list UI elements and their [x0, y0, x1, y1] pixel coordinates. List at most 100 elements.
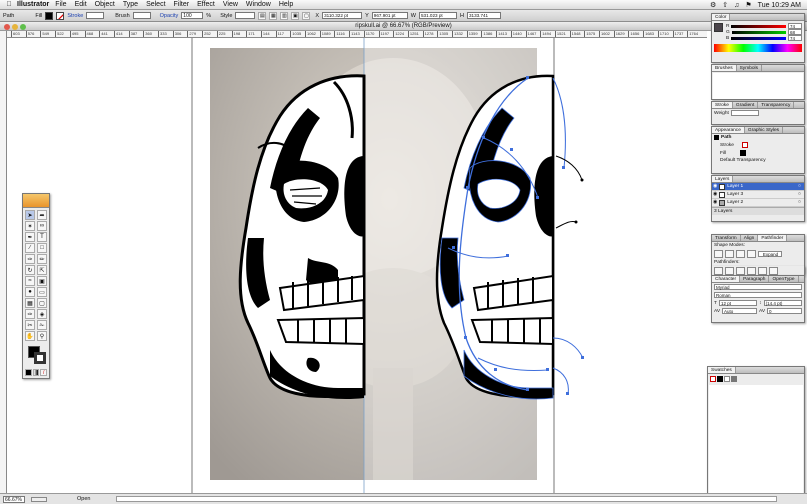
scale-tool-icon[interactable]: ⇱	[37, 265, 47, 275]
zoom-popup[interactable]	[31, 496, 47, 502]
color-mode-icon[interactable]	[25, 369, 32, 376]
align-center-icon[interactable]: ▦	[269, 11, 278, 20]
layer-row-1[interactable]: ◉ Layer 1 ○	[712, 183, 804, 191]
font-size-field[interactable]: 12 pt	[718, 300, 758, 306]
appearance-stroke-row[interactable]: Stroke	[712, 141, 804, 149]
pencil-tool-icon[interactable]: ✏	[37, 254, 47, 264]
outline-icon[interactable]	[758, 267, 767, 275]
w-field[interactable]: 531.023 pt	[418, 12, 457, 19]
warp-tool-icon[interactable]: ≈	[25, 276, 35, 286]
intersect-shape-icon[interactable]	[736, 250, 745, 258]
h-field[interactable]: 3133.741	[466, 12, 501, 19]
exclude-shape-icon[interactable]	[747, 250, 756, 258]
gradient-mode-icon[interactable]	[32, 369, 40, 376]
eye-icon[interactable]: ◉	[713, 192, 717, 197]
target-icon[interactable]: ○	[798, 192, 801, 197]
horizontal-scrollbar[interactable]	[116, 496, 777, 502]
selection-tool-icon[interactable]: ➤	[25, 210, 35, 220]
tab-opentype[interactable]: OpenType	[769, 276, 799, 282]
menu-effect[interactable]: Effect	[197, 1, 215, 8]
menu-object[interactable]: Object	[95, 1, 115, 8]
tab-graphic-styles[interactable]: Graphic Styles	[745, 127, 784, 133]
subtract-shape-icon[interactable]	[725, 250, 734, 258]
zoom-field[interactable]: 66.67%	[3, 495, 25, 503]
minimize-window-icon[interactable]	[12, 23, 18, 30]
line-tool-icon[interactable]: ∕	[25, 243, 35, 253]
magic-wand-tool-icon[interactable]: ✶	[25, 221, 35, 231]
appearance-fill-row[interactable]: Fill	[712, 149, 804, 157]
rotate-tool-icon[interactable]: ↻	[25, 265, 35, 275]
appearance-default-row[interactable]: Default Transparency	[712, 157, 804, 164]
stroke-label[interactable]: Stroke	[67, 13, 83, 19]
crop-icon[interactable]	[747, 267, 756, 275]
tab-gradient[interactable]: Gradient	[733, 102, 759, 108]
zoom-tool-icon[interactable]: ⚲	[37, 331, 47, 341]
layer-row-2[interactable]: ◉ Layer 2 ○	[712, 199, 804, 207]
pen-tool-icon[interactable]: ✒	[25, 232, 35, 242]
type-tool-icon[interactable]: T	[37, 232, 47, 242]
none-mode-icon[interactable]: /	[40, 369, 48, 376]
divide-icon[interactable]	[714, 267, 723, 275]
toolbox-header[interactable]	[23, 194, 49, 208]
tab-align[interactable]: Align	[741, 235, 759, 241]
gradient-tool-icon[interactable]: ▢	[37, 298, 47, 308]
menu-type[interactable]: Type	[123, 1, 138, 8]
scissors-tool-icon[interactable]: ✁	[37, 320, 47, 330]
align-top-icon[interactable]: ▣	[291, 11, 300, 20]
stroke-none-swatch[interactable]	[56, 11, 65, 20]
style-picker[interactable]	[235, 12, 256, 19]
close-window-icon[interactable]	[4, 23, 10, 30]
target-icon[interactable]: ○	[798, 200, 801, 205]
blue-value[interactable]: 74	[788, 35, 802, 41]
expand-button[interactable]: Expand	[758, 251, 782, 257]
paintbrush-tool-icon[interactable]: ✑	[25, 254, 35, 264]
font-style-select[interactable]: Roman	[714, 292, 802, 298]
mesh-tool-icon[interactable]: ▦	[25, 298, 35, 308]
menu-help[interactable]: Help	[279, 1, 293, 8]
menu-edit[interactable]: Edit	[75, 1, 87, 8]
align-bottom-icon[interactable]: ▢	[302, 11, 311, 20]
tab-appearance[interactable]: Appearance	[712, 127, 745, 133]
eye-icon[interactable]: ◉	[713, 200, 717, 205]
x-field[interactable]: 3110.322 pt	[322, 12, 363, 19]
full-screen-menu-mode-icon[interactable]	[33, 378, 40, 379]
blue-slider[interactable]	[731, 36, 786, 40]
clock[interactable]: Tue 10:29 AM	[758, 2, 801, 9]
menu-select[interactable]: Select	[146, 1, 165, 8]
direct-selection-tool-icon[interactable]: ➦	[37, 210, 47, 220]
zoom-window-icon[interactable]	[20, 23, 26, 30]
trim-icon[interactable]	[725, 267, 734, 275]
swatch-black[interactable]	[717, 376, 723, 382]
slice-tool-icon[interactable]: ✂	[25, 320, 35, 330]
opacity-field[interactable]: 100	[181, 12, 204, 19]
blend-tool-icon[interactable]: ◈	[37, 309, 47, 319]
full-screen-mode-icon[interactable]	[40, 378, 47, 379]
layer-row-3[interactable]: ◉ Layer 3 ○	[712, 191, 804, 199]
standard-screen-mode-icon[interactable]	[25, 378, 32, 379]
tab-stroke[interactable]: Stroke	[712, 102, 733, 108]
add-shape-icon[interactable]	[714, 250, 723, 258]
tab-transparency[interactable]: Transparency	[758, 102, 795, 108]
bluetooth-icon[interactable]: ⇧	[722, 1, 728, 9]
align-right-icon[interactable]: ▥	[280, 11, 289, 20]
target-icon[interactable]: ○	[798, 184, 801, 189]
tab-swatches[interactable]: Swatches	[708, 367, 736, 373]
brush-list[interactable]	[713, 73, 803, 99]
font-family-select[interactable]: Myriad	[714, 284, 802, 290]
stroke-weight-field[interactable]	[86, 12, 105, 19]
vertical-ruler[interactable]	[0, 31, 7, 493]
swatch-list[interactable]	[709, 385, 803, 495]
tab-transform[interactable]: Transform	[712, 235, 741, 241]
eye-icon[interactable]: ◉	[713, 184, 717, 189]
tab-color[interactable]: Color	[712, 14, 731, 20]
menu-file[interactable]: File	[55, 1, 66, 8]
align-left-icon[interactable]: ▤	[258, 11, 267, 20]
stroke-color-proxy[interactable]	[34, 352, 46, 364]
artboard-canvas[interactable]	[8, 38, 707, 493]
minus-back-icon[interactable]	[769, 267, 778, 275]
app-menu[interactable]: Illustrator	[17, 1, 49, 8]
tracking-field[interactable]: 0	[767, 308, 802, 314]
flag-icon[interactable]: ⚑	[745, 1, 751, 9]
apple-menu-icon[interactable]: 	[4, 1, 14, 8]
tab-character[interactable]: Character	[712, 276, 741, 282]
